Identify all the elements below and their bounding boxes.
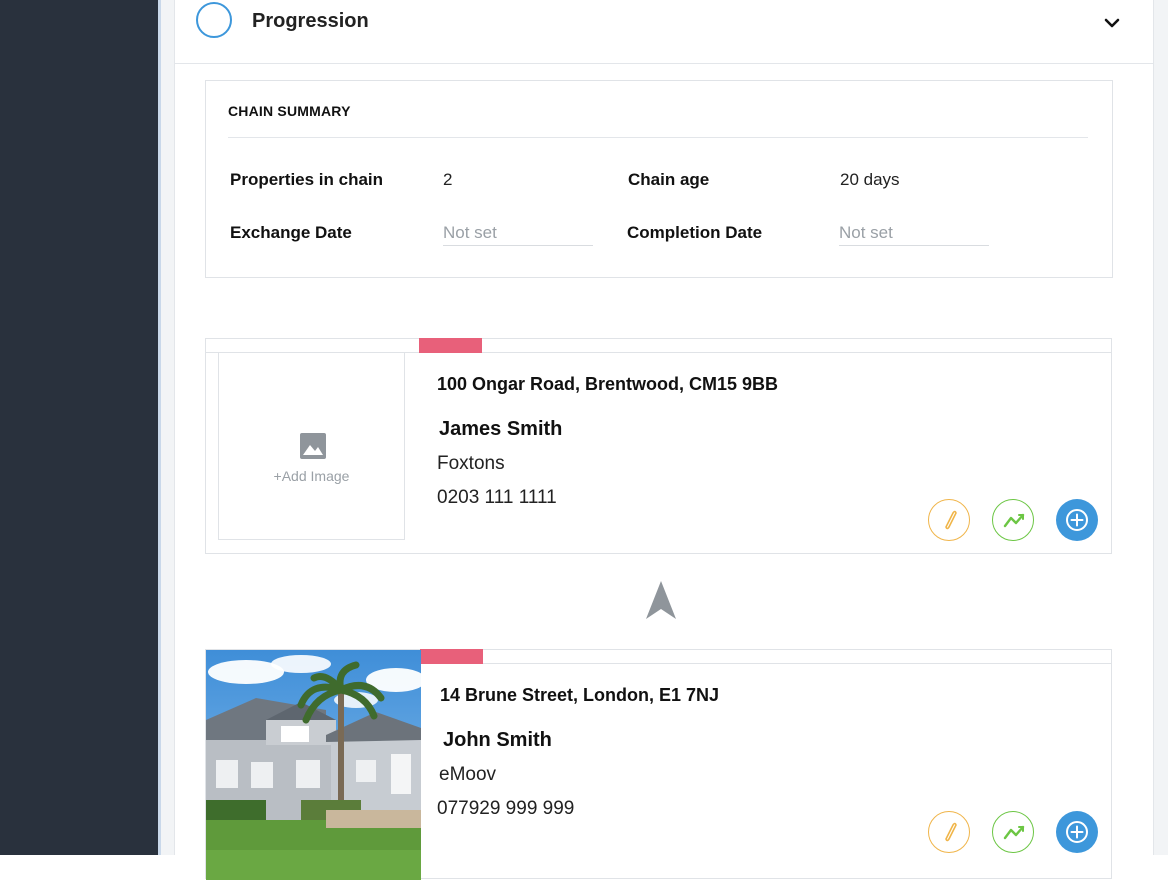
house-photo	[206, 650, 421, 880]
plus-icon	[1066, 821, 1088, 843]
add-button[interactable]	[1056, 499, 1098, 541]
chain-summary: CHAIN SUMMARY Properties in chain 2 Chai…	[205, 80, 1113, 278]
properties-in-chain-value: 2	[443, 170, 453, 189]
completion-date-label: Completion Date	[627, 223, 763, 242]
pencil-icon	[945, 822, 957, 842]
left-gutter	[161, 0, 174, 855]
trend-icon	[1003, 825, 1025, 840]
property-card: 14 Brune Street, London, E1 7NJ John Smi…	[205, 649, 1112, 880]
status-circle-icon	[196, 2, 232, 38]
right-gutter	[1152, 0, 1168, 855]
property-card: +Add Image 100 Ongar Road, Brentwood, CM…	[205, 338, 1112, 554]
add-button[interactable]	[1056, 811, 1098, 853]
contact-name: John Smith	[443, 729, 552, 751]
status-flag	[419, 338, 482, 353]
progression-panel: Progression CHAIN SUMMARY Properties in …	[174, 0, 1154, 880]
property-address: 100 Ongar Road, Brentwood, CM15 9BB	[437, 374, 779, 394]
card-top-bar	[206, 339, 1111, 353]
chevron-down-icon[interactable]	[1101, 12, 1123, 34]
chain-age-label: Chain age	[628, 170, 710, 189]
progress-button[interactable]	[992, 811, 1034, 853]
image-icon	[300, 433, 326, 459]
contact-name: James Smith	[439, 418, 563, 440]
completion-date-field[interactable]: Not set	[839, 223, 989, 246]
divider	[228, 137, 1088, 138]
add-image-label: +Add Image	[273, 468, 350, 484]
add-image-button[interactable]: +Add Image	[218, 352, 405, 540]
progression-header[interactable]: Progression	[175, 0, 1153, 64]
agent-name: Foxtons	[437, 453, 505, 474]
sidebar	[0, 0, 158, 855]
exchange-date-label: Exchange Date	[230, 223, 352, 242]
progress-button[interactable]	[992, 499, 1034, 541]
property-photo[interactable]	[206, 650, 421, 880]
agent-name: eMoov	[439, 764, 497, 785]
page-title: Progression	[252, 10, 369, 32]
properties-in-chain-label: Properties in chain	[230, 170, 384, 189]
chain-age-value: 20 days	[840, 170, 900, 189]
edit-button[interactable]	[928, 811, 970, 853]
phone-number: 077929 999 999	[437, 798, 575, 819]
chain-summary-title: CHAIN SUMMARY	[228, 103, 351, 119]
edit-button[interactable]	[928, 499, 970, 541]
status-flag	[420, 649, 483, 664]
pencil-icon	[945, 510, 957, 530]
property-address: 14 Brune Street, London, E1 7NJ	[440, 685, 720, 705]
arrow-up-icon	[646, 581, 676, 619]
plus-icon	[1066, 509, 1088, 531]
phone-number: 0203 111 1111	[437, 487, 557, 508]
trend-icon	[1003, 513, 1025, 528]
exchange-date-field[interactable]: Not set	[443, 223, 593, 246]
